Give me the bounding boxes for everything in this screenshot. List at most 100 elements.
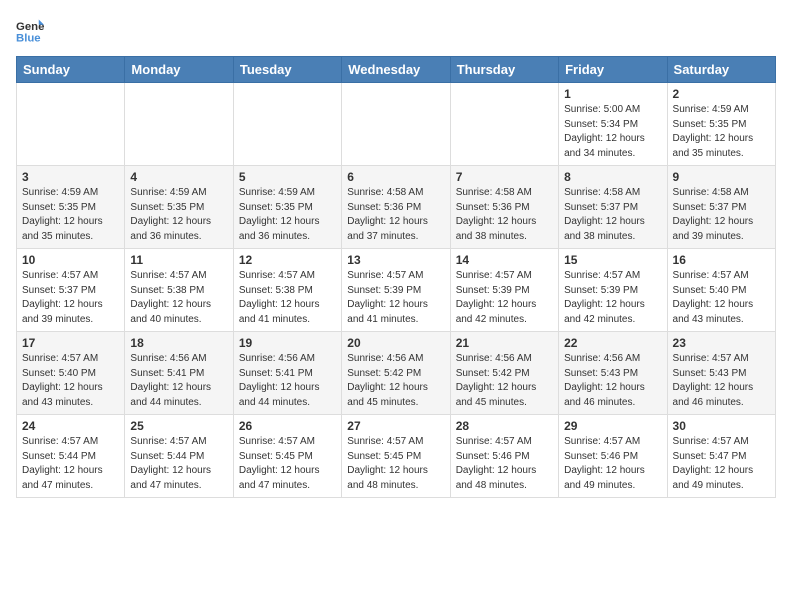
calendar-week-row: 10 Sunrise: 4:57 AM Sunset: 5:37 PM Dayli… <box>17 249 776 332</box>
day-info: Sunrise: 4:58 AM Sunset: 5:37 PM Dayligh… <box>673 186 770 244</box>
day-number: 28 <box>456 419 553 433</box>
day-number: 14 <box>456 253 553 267</box>
day-info: Sunrise: 4:57 AM Sunset: 5:44 PM Dayligh… <box>22 435 119 493</box>
calendar-cell: 10 Sunrise: 4:57 AM Sunset: 5:37 PM Dayli… <box>17 249 125 332</box>
calendar-cell <box>450 83 558 166</box>
weekday-header-tuesday: Tuesday <box>233 57 341 83</box>
calendar-cell: 13 Sunrise: 4:57 AM Sunset: 5:39 PM Dayli… <box>342 249 450 332</box>
day-info: Sunrise: 4:57 AM Sunset: 5:46 PM Dayligh… <box>456 435 553 493</box>
calendar-cell: 22 Sunrise: 4:56 AM Sunset: 5:43 PM Dayli… <box>559 332 667 415</box>
day-number: 26 <box>239 419 336 433</box>
calendar-cell: 28 Sunrise: 4:57 AM Sunset: 5:46 PM Dayli… <box>450 415 558 498</box>
day-info: Sunrise: 4:57 AM Sunset: 5:40 PM Dayligh… <box>22 352 119 410</box>
calendar-cell: 23 Sunrise: 4:57 AM Sunset: 5:43 PM Dayli… <box>667 332 775 415</box>
day-info: Sunrise: 4:56 AM Sunset: 5:43 PM Dayligh… <box>564 352 661 410</box>
calendar-cell: 15 Sunrise: 4:57 AM Sunset: 5:39 PM Dayli… <box>559 249 667 332</box>
calendar-header-row: SundayMondayTuesdayWednesdayThursdayFrid… <box>17 57 776 83</box>
day-info: Sunrise: 5:00 AM Sunset: 5:34 PM Dayligh… <box>564 103 661 161</box>
day-number: 25 <box>130 419 227 433</box>
day-info: Sunrise: 4:59 AM Sunset: 5:35 PM Dayligh… <box>22 186 119 244</box>
logo-icon: General Blue <box>16 16 44 44</box>
calendar-cell: 17 Sunrise: 4:57 AM Sunset: 5:40 PM Dayli… <box>17 332 125 415</box>
calendar-cell <box>17 83 125 166</box>
day-number: 16 <box>673 253 770 267</box>
calendar-cell: 7 Sunrise: 4:58 AM Sunset: 5:36 PM Daylig… <box>450 166 558 249</box>
calendar-cell: 18 Sunrise: 4:56 AM Sunset: 5:41 PM Dayli… <box>125 332 233 415</box>
calendar-cell: 21 Sunrise: 4:56 AM Sunset: 5:42 PM Dayli… <box>450 332 558 415</box>
calendar-cell: 20 Sunrise: 4:56 AM Sunset: 5:42 PM Dayli… <box>342 332 450 415</box>
svg-text:Blue: Blue <box>16 32 41 44</box>
page-header: General Blue <box>16 16 776 44</box>
day-info: Sunrise: 4:57 AM Sunset: 5:46 PM Dayligh… <box>564 435 661 493</box>
day-number: 30 <box>673 419 770 433</box>
day-number: 7 <box>456 170 553 184</box>
day-info: Sunrise: 4:57 AM Sunset: 5:43 PM Dayligh… <box>673 352 770 410</box>
day-info: Sunrise: 4:57 AM Sunset: 5:39 PM Dayligh… <box>456 269 553 327</box>
calendar-cell: 6Sunrise: 4:58 AM Sunset: 5:36 PM Daylig… <box>342 166 450 249</box>
weekday-header-wednesday: Wednesday <box>342 57 450 83</box>
calendar-week-row: 1 Sunrise: 5:00 AM Sunset: 5:34 PM Daylig… <box>17 83 776 166</box>
calendar-cell <box>342 83 450 166</box>
day-info: Sunrise: 4:58 AM Sunset: 5:36 PM Dayligh… <box>456 186 553 244</box>
calendar-table: SundayMondayTuesdayWednesdayThursdayFrid… <box>16 56 776 498</box>
day-number: 3 <box>22 170 119 184</box>
day-number: 18 <box>130 336 227 350</box>
logo: General Blue <box>16 16 48 44</box>
weekday-header-monday: Monday <box>125 57 233 83</box>
calendar-cell: 30 Sunrise: 4:57 AM Sunset: 5:47 PM Dayli… <box>667 415 775 498</box>
calendar-cell: 29Sunrise: 4:57 AM Sunset: 5:46 PM Dayli… <box>559 415 667 498</box>
calendar-week-row: 3 Sunrise: 4:59 AM Sunset: 5:35 PM Daylig… <box>17 166 776 249</box>
day-info: Sunrise: 4:57 AM Sunset: 5:37 PM Dayligh… <box>22 269 119 327</box>
day-number: 21 <box>456 336 553 350</box>
day-info: Sunrise: 4:58 AM Sunset: 5:37 PM Dayligh… <box>564 186 661 244</box>
day-info: Sunrise: 4:57 AM Sunset: 5:45 PM Dayligh… <box>347 435 444 493</box>
calendar-cell: 26Sunrise: 4:57 AM Sunset: 5:45 PM Dayli… <box>233 415 341 498</box>
calendar-cell: 5 Sunrise: 4:59 AM Sunset: 5:35 PM Daylig… <box>233 166 341 249</box>
calendar-cell: 12 Sunrise: 4:57 AM Sunset: 5:38 PM Dayli… <box>233 249 341 332</box>
day-number: 12 <box>239 253 336 267</box>
weekday-header-saturday: Saturday <box>667 57 775 83</box>
day-number: 11 <box>130 253 227 267</box>
day-info: Sunrise: 4:57 AM Sunset: 5:44 PM Dayligh… <box>130 435 227 493</box>
day-number: 10 <box>22 253 119 267</box>
day-number: 6 <box>347 170 444 184</box>
day-info: Sunrise: 4:56 AM Sunset: 5:42 PM Dayligh… <box>456 352 553 410</box>
day-number: 1 <box>564 87 661 101</box>
day-number: 17 <box>22 336 119 350</box>
day-info: Sunrise: 4:56 AM Sunset: 5:41 PM Dayligh… <box>239 352 336 410</box>
calendar-cell: 3 Sunrise: 4:59 AM Sunset: 5:35 PM Daylig… <box>17 166 125 249</box>
day-info: Sunrise: 4:59 AM Sunset: 5:35 PM Dayligh… <box>673 103 770 161</box>
calendar-cell: 11 Sunrise: 4:57 AM Sunset: 5:38 PM Dayli… <box>125 249 233 332</box>
calendar-cell: 25 Sunrise: 4:57 AM Sunset: 5:44 PM Dayli… <box>125 415 233 498</box>
calendar-week-row: 17 Sunrise: 4:57 AM Sunset: 5:40 PM Dayli… <box>17 332 776 415</box>
day-number: 9 <box>673 170 770 184</box>
calendar-cell: 4Sunrise: 4:59 AM Sunset: 5:35 PM Daylig… <box>125 166 233 249</box>
day-number: 19 <box>239 336 336 350</box>
calendar-cell: 24Sunrise: 4:57 AM Sunset: 5:44 PM Dayli… <box>17 415 125 498</box>
calendar-week-row: 24Sunrise: 4:57 AM Sunset: 5:44 PM Dayli… <box>17 415 776 498</box>
day-info: Sunrise: 4:57 AM Sunset: 5:47 PM Dayligh… <box>673 435 770 493</box>
day-info: Sunrise: 4:56 AM Sunset: 5:41 PM Dayligh… <box>130 352 227 410</box>
calendar-cell: 1 Sunrise: 5:00 AM Sunset: 5:34 PM Daylig… <box>559 83 667 166</box>
calendar-cell: 2 Sunrise: 4:59 AM Sunset: 5:35 PM Daylig… <box>667 83 775 166</box>
day-number: 5 <box>239 170 336 184</box>
weekday-header-thursday: Thursday <box>450 57 558 83</box>
day-number: 23 <box>673 336 770 350</box>
day-number: 2 <box>673 87 770 101</box>
day-number: 13 <box>347 253 444 267</box>
day-info: Sunrise: 4:57 AM Sunset: 5:38 PM Dayligh… <box>239 269 336 327</box>
day-info: Sunrise: 4:56 AM Sunset: 5:42 PM Dayligh… <box>347 352 444 410</box>
day-info: Sunrise: 4:59 AM Sunset: 5:35 PM Dayligh… <box>239 186 336 244</box>
day-info: Sunrise: 4:57 AM Sunset: 5:39 PM Dayligh… <box>564 269 661 327</box>
weekday-header-sunday: Sunday <box>17 57 125 83</box>
day-info: Sunrise: 4:57 AM Sunset: 5:38 PM Dayligh… <box>130 269 227 327</box>
day-number: 4 <box>130 170 227 184</box>
day-number: 15 <box>564 253 661 267</box>
day-info: Sunrise: 4:57 AM Sunset: 5:40 PM Dayligh… <box>673 269 770 327</box>
calendar-cell: 16 Sunrise: 4:57 AM Sunset: 5:40 PM Dayli… <box>667 249 775 332</box>
day-number: 22 <box>564 336 661 350</box>
day-number: 20 <box>347 336 444 350</box>
day-info: Sunrise: 4:57 AM Sunset: 5:39 PM Dayligh… <box>347 269 444 327</box>
calendar-cell: 19 Sunrise: 4:56 AM Sunset: 5:41 PM Dayli… <box>233 332 341 415</box>
calendar-cell: 9 Sunrise: 4:58 AM Sunset: 5:37 PM Daylig… <box>667 166 775 249</box>
